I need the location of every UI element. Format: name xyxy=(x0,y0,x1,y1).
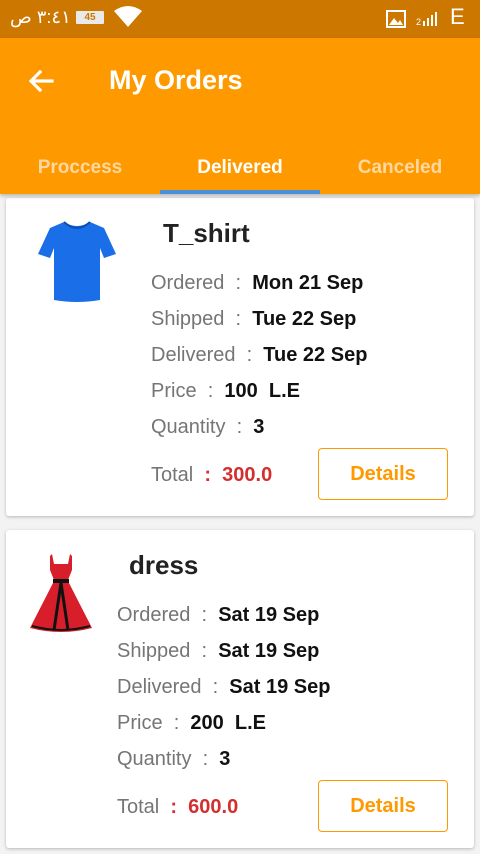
battery-icon: 45 xyxy=(76,11,104,24)
quantity-value: 3 xyxy=(219,748,231,770)
page-title: My Orders xyxy=(109,65,243,95)
delivered-date: Tue 22 Sep xyxy=(263,344,368,366)
shipped-label: Shipped xyxy=(151,308,225,330)
delivered-label: Delivered xyxy=(151,344,236,366)
shipped-row: Shipped : Sat 19 Sep xyxy=(117,640,319,663)
product-name: dress xyxy=(129,550,199,580)
delivered-row: Delivered : Sat 19 Sep xyxy=(117,676,330,699)
delivered-date: Sat 19 Sep xyxy=(229,676,331,698)
ordered-date: Mon 21 Sep xyxy=(252,272,364,294)
quantity-label: Quantity xyxy=(117,748,192,770)
separator: : xyxy=(201,604,208,626)
separator: : xyxy=(202,748,209,770)
shipped-label: Shipped xyxy=(117,640,191,662)
separator: : xyxy=(173,712,180,734)
details-button[interactable]: Details xyxy=(318,448,448,500)
ordered-label: Ordered xyxy=(117,604,191,626)
image-notification-icon xyxy=(386,10,406,33)
ordered-row: Ordered : Mon 21 Sep xyxy=(151,272,363,295)
ordered-label: Ordered xyxy=(151,272,225,294)
app-bar: My Orders Proccess Delivered Canceled xyxy=(0,38,480,194)
quantity-row: Quantity : 3 xyxy=(151,416,264,439)
order-card: dress Ordered : Sat 19 Sep Shipped : Sat… xyxy=(6,530,474,848)
price-row: Price : 200 L.E xyxy=(117,712,266,735)
product-name: T_shirt xyxy=(163,218,250,248)
status-time: ٣:٤١ ص xyxy=(10,7,71,27)
ordered-date: Sat 19 Sep xyxy=(218,604,320,626)
separator: : xyxy=(207,380,214,402)
status-bar: ٣:٤١ ص 45 2 E xyxy=(0,0,480,38)
order-card: T_shirt Ordered : Mon 21 Sep Shipped : T… xyxy=(6,198,474,516)
total-label: Total xyxy=(151,464,194,486)
shipped-date: Tue 22 Sep xyxy=(252,308,357,330)
separator: : xyxy=(246,344,253,366)
quantity-label: Quantity xyxy=(151,416,226,438)
delivered-label: Delivered xyxy=(117,676,202,698)
total-row: Total : 300.0 xyxy=(151,464,272,487)
shipped-date: Sat 19 Sep xyxy=(218,640,320,662)
total-value: 300.0 xyxy=(222,464,273,486)
network-type-indicator: E xyxy=(450,4,465,29)
tab-process[interactable]: Proccess xyxy=(0,142,160,194)
ordered-row: Ordered : Sat 19 Sep xyxy=(117,604,319,627)
tab-canceled[interactable]: Canceled xyxy=(320,142,480,194)
quantity-value: 3 xyxy=(253,416,265,438)
signal-icon: 2 xyxy=(416,11,440,32)
details-button[interactable]: Details xyxy=(318,780,448,832)
wifi-icon xyxy=(114,6,142,33)
tshirt-image xyxy=(38,220,116,309)
separator: : xyxy=(201,640,208,662)
separator: : xyxy=(236,416,243,438)
dress-image xyxy=(30,552,92,639)
separator: : xyxy=(204,464,212,486)
total-label: Total xyxy=(117,796,160,818)
quantity-row: Quantity : 3 xyxy=(117,748,230,771)
separator: : xyxy=(170,796,178,818)
total-value: 600.0 xyxy=(188,796,239,818)
price-label: Price xyxy=(117,712,163,734)
arrow-left-icon xyxy=(28,69,54,93)
tab-indicator xyxy=(160,190,320,194)
total-row: Total : 600.0 xyxy=(117,796,238,819)
separator: : xyxy=(235,272,242,294)
separator: : xyxy=(235,308,242,330)
delivered-row: Delivered : Tue 22 Sep xyxy=(151,344,367,367)
price-value: 100 L.E xyxy=(224,380,300,402)
separator: : xyxy=(212,676,219,698)
back-button[interactable] xyxy=(22,64,62,98)
price-row: Price : 100 L.E xyxy=(151,380,300,403)
shipped-row: Shipped : Tue 22 Sep xyxy=(151,308,356,331)
tab-delivered[interactable]: Delivered xyxy=(160,142,320,194)
svg-text:2: 2 xyxy=(416,17,421,27)
price-value: 200 L.E xyxy=(190,712,266,734)
price-label: Price xyxy=(151,380,197,402)
